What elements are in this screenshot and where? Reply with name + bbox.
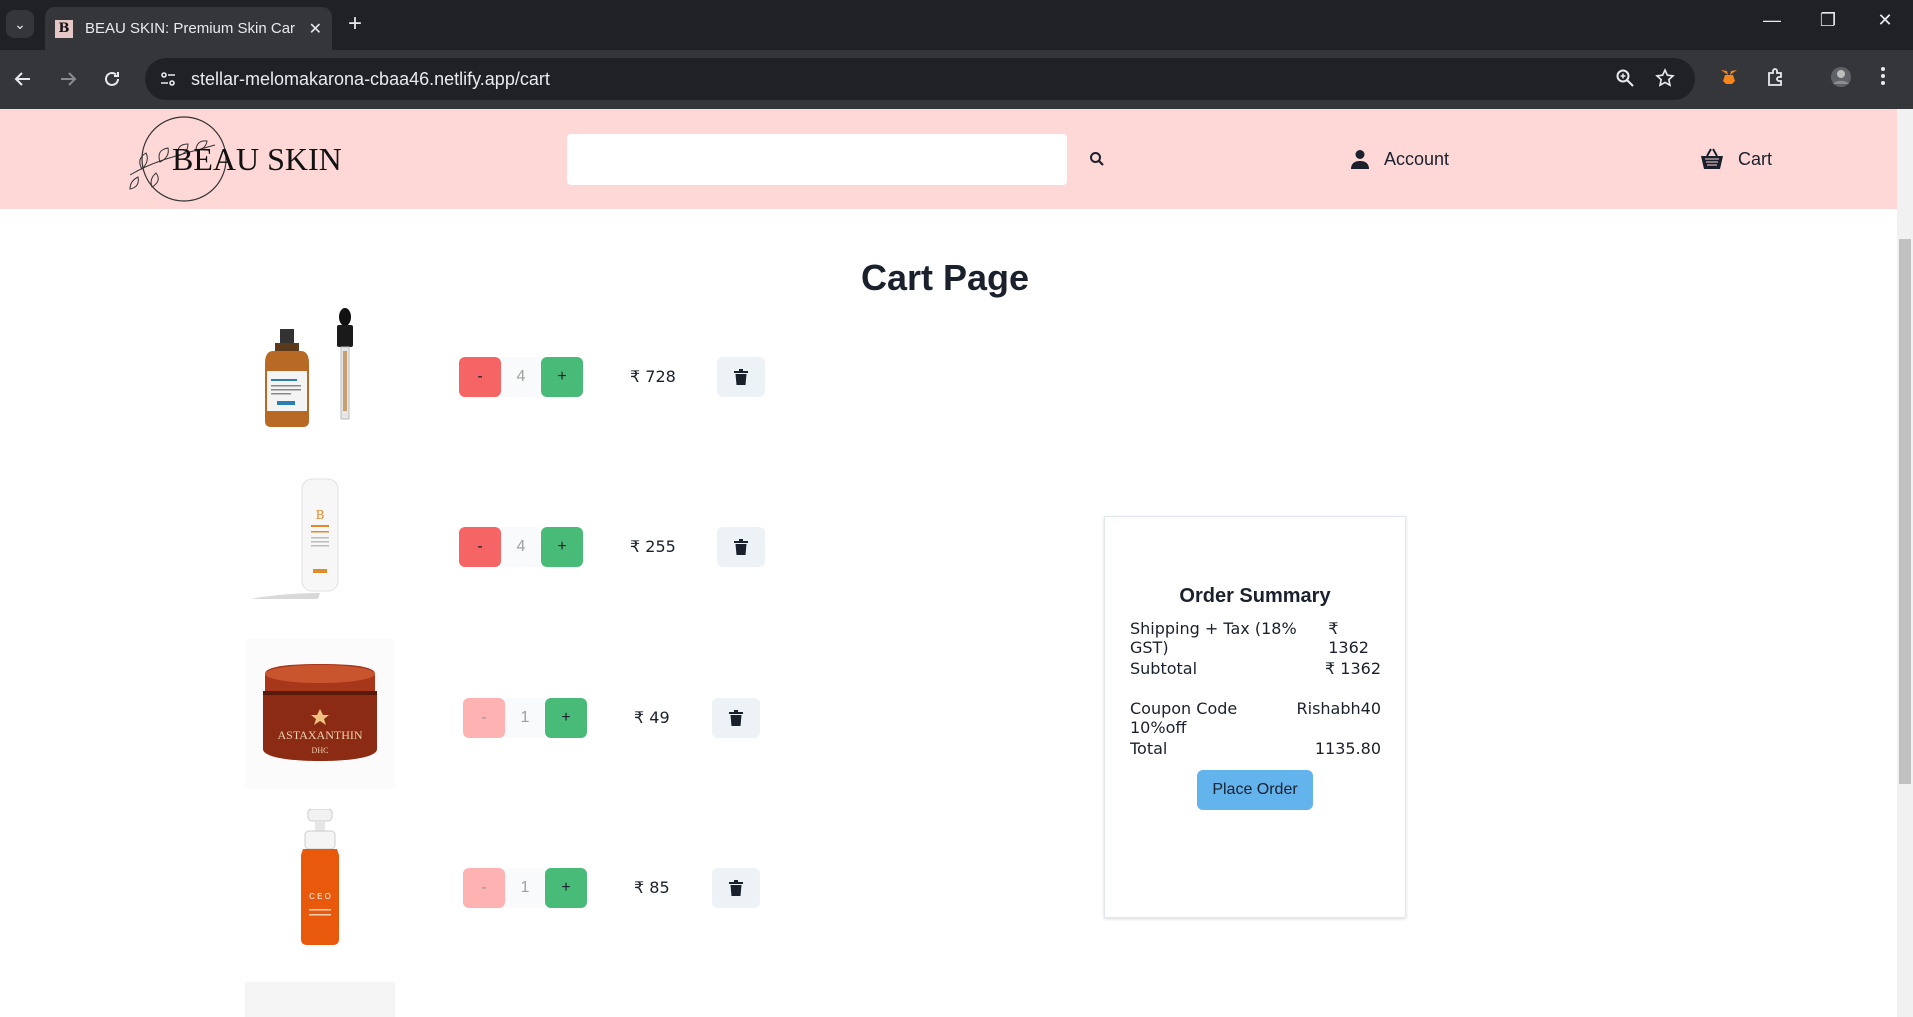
quantity-stepper: - 1 + bbox=[463, 698, 587, 738]
quantity-value: 4 bbox=[501, 527, 541, 567]
item-price: ₹ 255 bbox=[630, 537, 676, 556]
subtotal-value: ₹ 1362 bbox=[1325, 659, 1381, 678]
page-scrollbar[interactable] bbox=[1897, 109, 1913, 1017]
trash-icon[interactable] bbox=[712, 868, 760, 908]
svg-text:C E O: C E O bbox=[309, 892, 331, 901]
web-page: BEAU SKIN Account Cart Cart Page - 4 + ₹… bbox=[0, 109, 1897, 1017]
decrement-button[interactable]: - bbox=[459, 357, 501, 397]
total-value: 1135.80 bbox=[1314, 739, 1381, 758]
svg-text:DHC: DHC bbox=[312, 746, 329, 755]
search-input[interactable] bbox=[567, 134, 1067, 185]
trash-icon[interactable] bbox=[717, 357, 765, 397]
page-title: Cart Page bbox=[860, 257, 1030, 298]
quantity-stepper: - 4 + bbox=[459, 357, 583, 397]
item-price: ₹ 728 bbox=[630, 367, 676, 386]
brand-logo[interactable]: BEAU SKIN bbox=[120, 115, 342, 203]
browser-toolbar: stellar-melomakarona-cbaa46.netlify.app/… bbox=[0, 50, 1913, 109]
search-icon[interactable] bbox=[1085, 147, 1109, 171]
cart-label: Cart bbox=[1738, 148, 1773, 169]
restore-button[interactable]: ❐ bbox=[1813, 10, 1843, 31]
summary-row-total: Total 1135.80 bbox=[1130, 739, 1381, 758]
product-image-vitamin-c-serum: C E O bbox=[245, 808, 395, 959]
place-order-button[interactable]: Place Order bbox=[1197, 770, 1313, 810]
decrement-button[interactable]: - bbox=[459, 527, 501, 567]
tab-title: BEAU SKIN: Premium Skin Care bbox=[85, 20, 295, 37]
coupon-value: Rishabh40 bbox=[1296, 699, 1382, 718]
summary-row-shipping: Shipping + Tax (18% GST) ₹ 1362 bbox=[1130, 619, 1381, 657]
browser-menu-icon[interactable] bbox=[1880, 66, 1886, 92]
back-arrow-icon[interactable] bbox=[7, 63, 39, 95]
account-link[interactable]: Account bbox=[1350, 139, 1449, 179]
shopping-basket-icon bbox=[1700, 148, 1724, 170]
subtotal-label: Subtotal bbox=[1130, 659, 1198, 678]
reload-icon[interactable] bbox=[96, 63, 128, 95]
product-image-placeholder bbox=[245, 982, 395, 1017]
trash-icon[interactable] bbox=[717, 527, 765, 567]
scrollbar-thumb[interactable] bbox=[1899, 239, 1911, 784]
decrement-button[interactable]: - bbox=[463, 868, 505, 908]
quantity-value: 4 bbox=[501, 357, 541, 397]
tab-close-icon[interactable]: ✕ bbox=[309, 19, 322, 39]
increment-button[interactable]: + bbox=[541, 527, 583, 567]
browser-tab-active[interactable]: B BEAU SKIN: Premium Skin Care ✕ bbox=[45, 7, 332, 50]
item-price: ₹ 85 bbox=[634, 878, 670, 897]
quantity-stepper: - 1 + bbox=[463, 868, 587, 908]
shipping-value: ₹ 1362 bbox=[1328, 619, 1369, 657]
svg-text:B: B bbox=[316, 508, 325, 522]
product-image-astaxanthin-cream: ASTAXANTHIN DHC bbox=[245, 639, 395, 789]
brand-logo-text: BEAU SKIN bbox=[172, 141, 342, 177]
coupon-label: Coupon Code 10%off bbox=[1130, 699, 1238, 737]
increment-button[interactable]: + bbox=[545, 698, 587, 738]
site-favicon-icon: B bbox=[55, 19, 73, 38]
site-settings-icon[interactable] bbox=[157, 68, 179, 90]
quantity-value: 1 bbox=[505, 868, 545, 908]
url-text: stellar-melomakarona-cbaa46.netlify.app/… bbox=[191, 69, 550, 89]
site-header: BEAU SKIN Account Cart bbox=[0, 109, 1897, 209]
zoom-icon[interactable] bbox=[1615, 68, 1635, 94]
account-label: Account bbox=[1384, 148, 1450, 169]
metamask-extension-icon[interactable] bbox=[1718, 66, 1740, 94]
order-summary-title: Order Summary bbox=[1179, 585, 1331, 607]
item-price: ₹ 49 bbox=[634, 708, 670, 727]
cart-link[interactable]: Cart bbox=[1700, 139, 1772, 179]
increment-button[interactable]: + bbox=[541, 357, 583, 397]
quantity-value: 1 bbox=[505, 698, 545, 738]
summary-row-subtotal: Subtotal ₹ 1362 bbox=[1130, 659, 1381, 678]
shipping-label: Shipping + Tax (18% GST) bbox=[1130, 619, 1297, 657]
summary-row-coupon: Coupon Code 10%off Rishabh40 bbox=[1130, 699, 1381, 737]
user-icon bbox=[1350, 149, 1370, 169]
minimize-button[interactable]: — bbox=[1757, 10, 1787, 31]
product-image-sunscreen: B bbox=[245, 469, 395, 619]
browser-tab-bar: ⌄ B BEAU SKIN: Premium Skin Care ✕ + — ❐… bbox=[0, 0, 1913, 50]
trash-icon[interactable] bbox=[712, 698, 760, 738]
window-close-button[interactable]: ✕ bbox=[1870, 10, 1900, 31]
product-image-serum bbox=[245, 299, 395, 449]
profile-avatar[interactable] bbox=[1830, 66, 1852, 94]
new-tab-button[interactable]: + bbox=[348, 11, 362, 37]
bookmark-star-icon[interactable] bbox=[1655, 68, 1675, 94]
forward-arrow-icon[interactable] bbox=[52, 63, 84, 95]
address-bar[interactable]: stellar-melomakarona-cbaa46.netlify.app/… bbox=[145, 58, 1695, 100]
extensions-puzzle-icon[interactable] bbox=[1765, 66, 1787, 94]
quantity-stepper: - 4 + bbox=[459, 527, 583, 567]
svg-text:ASTAXANTHIN: ASTAXANTHIN bbox=[277, 728, 362, 742]
total-label: Total bbox=[1130, 739, 1168, 758]
increment-button[interactable]: + bbox=[545, 868, 587, 908]
decrement-button[interactable]: - bbox=[463, 698, 505, 738]
tab-search-dropdown-icon[interactable]: ⌄ bbox=[6, 10, 34, 38]
